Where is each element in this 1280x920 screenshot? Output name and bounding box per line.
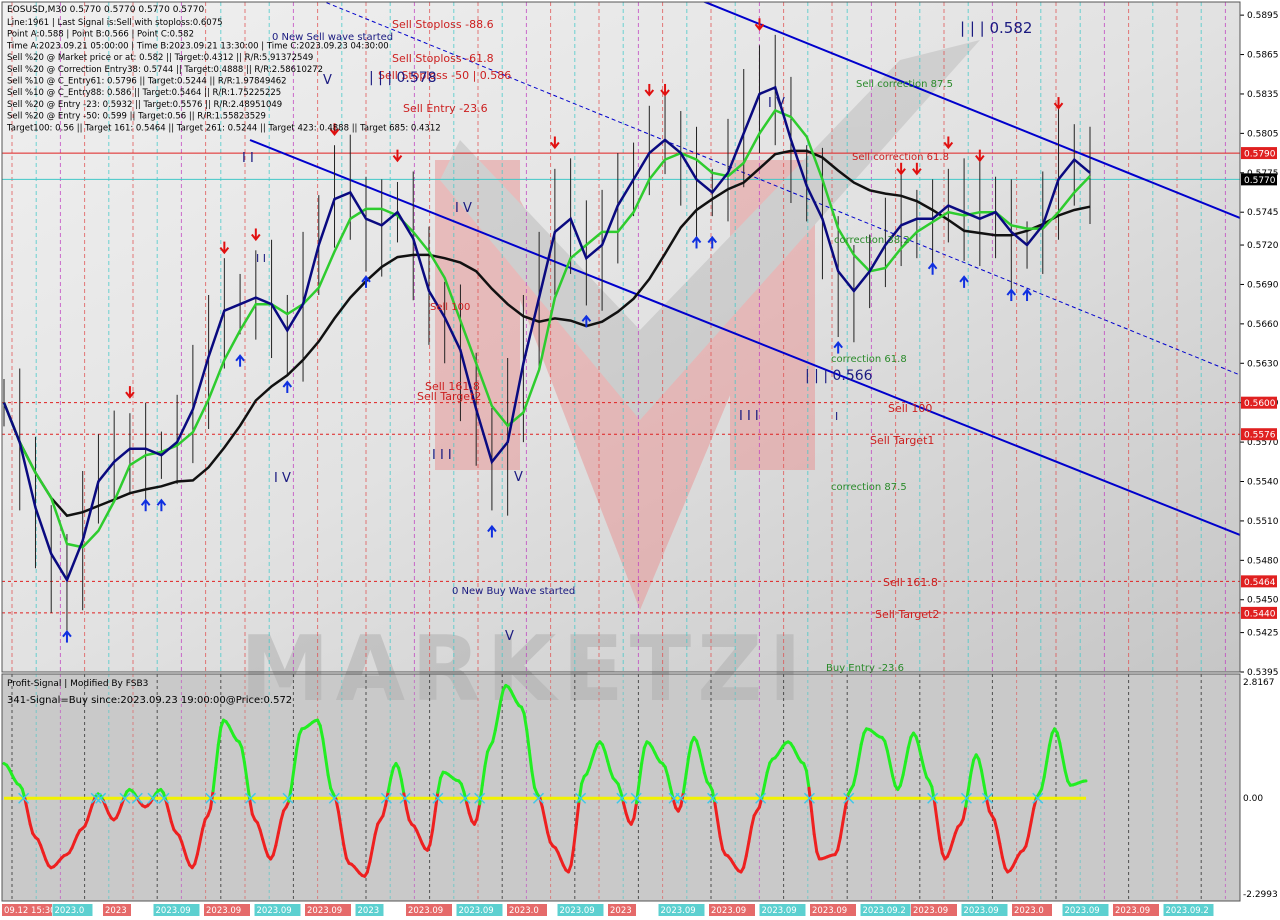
price-marker-label: 0.5770 xyxy=(1244,176,1276,186)
time-label: 2023.09 xyxy=(206,906,241,916)
info-line: Line:1961 | Last Signal is:Sell with sto… xyxy=(7,18,223,28)
chart-root: MARKETZI 0 New Sell wave startedSell Sto… xyxy=(0,0,1280,920)
chart-annotation: I I I xyxy=(432,448,452,463)
time-label: 2023.09.2 xyxy=(1166,906,1209,916)
time-label: 2023 xyxy=(610,906,632,916)
indicator-subtitle: 341-Signal=Buy since:2023.09.23 19:00:00… xyxy=(7,695,292,706)
info-line: Point A:0.588 | Point B:0.566 | Point C:… xyxy=(7,30,194,40)
time-label: 2023.09 xyxy=(762,906,797,916)
chart-annotation: I I xyxy=(256,252,266,265)
price-tick-label: 0.5660 xyxy=(1247,320,1279,330)
time-label: 2023.09 xyxy=(560,906,595,916)
time-label: 2023.0 xyxy=(55,906,85,916)
chart-annotation: Sell Entry -23.6 xyxy=(403,102,488,115)
chart-annotation: Sell 100 xyxy=(888,402,932,415)
chart-annotation: | | | 0.582 xyxy=(960,19,1032,37)
svg-text:MARKETZI: MARKETZI xyxy=(240,617,808,722)
chart-annotation: Sell Target1 xyxy=(870,434,934,447)
price-tick-label: 0.5480 xyxy=(1247,556,1279,566)
info-line: Sell %20 @ Market price or at: 0.582 || … xyxy=(7,53,313,63)
price-marker-label: 0.5790 xyxy=(1244,150,1276,160)
info-line: Sell %20 @ Entry -50: 0.599 || Target:0.… xyxy=(7,112,266,122)
chart-annotation: I I I xyxy=(739,409,759,424)
chart-annotation: I I xyxy=(242,151,254,166)
symbol-header: EOSUSD,M30 0.5770 0.5770 0.5770 0.5770 xyxy=(7,5,204,15)
time-label: 2023.0 xyxy=(1014,906,1044,916)
time-label: 2023.09 xyxy=(812,906,847,916)
time-label: 2023 xyxy=(105,906,127,916)
info-line: Sell %20 @ Entry -23: 0.5932 || Target:0… xyxy=(7,100,282,110)
time-label: 2023.09 xyxy=(711,906,746,916)
price-tick-label: 0.5630 xyxy=(1247,359,1279,369)
chart-annotation: V xyxy=(514,470,523,485)
indicator-tick-label: 2.8167 xyxy=(1243,678,1275,688)
time-label: 2023.09 xyxy=(1065,906,1100,916)
chart-annotation: I V xyxy=(455,201,472,216)
chart-annotation: I V xyxy=(768,96,785,111)
price-tick-label: 0.5540 xyxy=(1247,478,1279,488)
price-tick-label: 0.5895 xyxy=(1247,11,1279,21)
time-label: 2023.09 xyxy=(661,906,696,916)
price-tick-label: 0.5745 xyxy=(1247,208,1279,218)
time-label: 2023.0 xyxy=(509,906,539,916)
price-tick-label: 0.5690 xyxy=(1247,280,1279,290)
chart-annotation: I V xyxy=(274,471,291,486)
time-label: 2023 xyxy=(358,906,380,916)
price-marker-label: 0.5576 xyxy=(1244,431,1276,441)
chart-annotation: | | | 0.578 xyxy=(369,70,437,86)
price-marker-label: 0.5464 xyxy=(1244,578,1276,588)
time-label: 2023.09 xyxy=(459,906,494,916)
chart-annotation: Sell Target2 xyxy=(875,608,939,621)
time-label: 2023.09 xyxy=(156,906,191,916)
price-tick-label: 0.5425 xyxy=(1247,629,1279,639)
info-line: Sell %10 @ C_Entry61: 0.5796 || Target:0… xyxy=(7,77,287,87)
indicator-tick-label: -2.2993 xyxy=(1243,890,1278,900)
chart-annotation: 0 New Buy Wave started xyxy=(452,586,575,597)
time-label: 2023.09 xyxy=(307,906,342,916)
info-line: Sell %20 @ Correction Entry38: 0.5744 ||… xyxy=(7,65,323,75)
price-tick-label: 0.5805 xyxy=(1247,129,1279,139)
indicator-tick-label: 0.00 xyxy=(1243,794,1263,804)
chart-annotation: Sell correction 61.8 xyxy=(852,152,949,163)
time-label: 2023.09 xyxy=(964,906,999,916)
chart-annotation: correction 38.2 xyxy=(834,235,910,246)
chart-annotation: Sell Stoploss -61.8 xyxy=(392,52,494,65)
chart-annotation: Sell Stoploss -88.6 xyxy=(392,18,494,31)
info-line: Time A:2023.09.21 05:00:00 | Time B:2023… xyxy=(6,41,389,51)
chart-annotation: correction 61.8 xyxy=(831,354,907,365)
price-marker-label: 0.5600 xyxy=(1244,399,1276,409)
time-label: 2023.09 xyxy=(408,906,443,916)
chart-annotation: Sell correction 87.5 xyxy=(856,79,953,90)
chart-annotation: Sell 161.8 xyxy=(883,576,938,589)
time-label: 2023.09 xyxy=(913,906,948,916)
time-label: 2023.09 xyxy=(257,906,292,916)
info-line: Target100: 0.56 || Target 161: 0.5464 ||… xyxy=(6,123,441,133)
chart-annotation: V xyxy=(323,73,332,88)
price-marker-label: 0.5440 xyxy=(1244,609,1276,619)
price-tick-label: 0.5835 xyxy=(1247,90,1279,100)
info-line: Sell %10 @ C_Entry88: 0.586 || Target:0.… xyxy=(7,88,281,98)
chart-annotation: | | | 0.566 xyxy=(805,368,873,384)
chart-annotation: Sell Target2 xyxy=(417,390,481,403)
time-label: 2023.09 xyxy=(1115,906,1150,916)
chart-annotation: I xyxy=(835,410,838,423)
price-tick-label: 0.5395 xyxy=(1247,668,1279,678)
price-tick-label: 0.5720 xyxy=(1247,241,1279,251)
chart-annotation: Sell 100 xyxy=(430,302,470,313)
price-tick-label: 0.5450 xyxy=(1247,596,1279,606)
chart-annotation: correction 87.5 xyxy=(831,482,907,493)
chart-annotation: V xyxy=(505,629,514,644)
indicator-title: Profit-Signal | Modified By FSB3 xyxy=(7,679,148,689)
price-tick-label: 0.5865 xyxy=(1247,51,1279,61)
price-tick-label: 0.5510 xyxy=(1247,517,1279,527)
time-label: 2023.09.2 xyxy=(863,906,906,916)
